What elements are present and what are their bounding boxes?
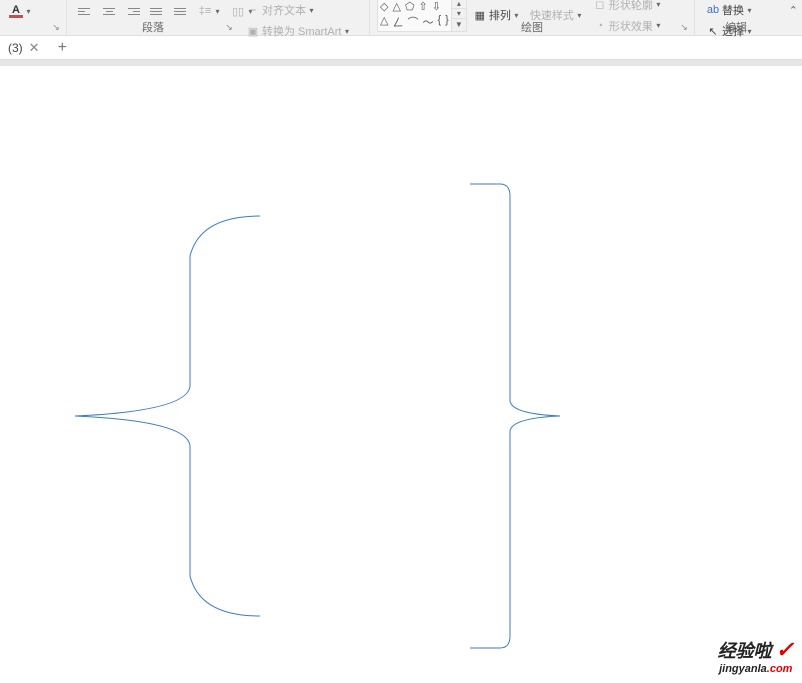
- editing-group-label: 编辑: [725, 19, 747, 35]
- drawing-group-label: 绘图: [521, 19, 543, 35]
- checkmark-icon: ✓: [776, 637, 794, 663]
- smartart-icon: ▣: [246, 24, 260, 38]
- right-brace-shape[interactable]: [440, 176, 580, 656]
- shape-effects-button[interactable]: ◔ 形状效果 ▾: [589, 16, 666, 36]
- shape-outline-icon: ◻: [593, 0, 607, 12]
- align-text-icon: ⎯: [246, 3, 260, 17]
- ribbon-group-drawing: ◇△⬠⇧⇩ △ㄥ⌒〜{} ▴ ▾ ▼ ▦ 排列 ▾ 快速样式 ▾: [372, 0, 692, 35]
- ribbon-collapse-icon[interactable]: ⌃: [789, 4, 798, 17]
- replace-icon: ab: [706, 3, 720, 17]
- dialog-launcher-icon[interactable]: ↘: [223, 21, 235, 33]
- slide-tabs-bar: (3) ✕ +: [0, 36, 802, 60]
- replace-label: 替换: [722, 2, 744, 18]
- chevron-down-icon: ▾: [214, 7, 221, 16]
- shape-outline-label: 形状轮廓: [609, 0, 653, 13]
- chevron-down-icon: ▾: [513, 11, 520, 20]
- slide-canvas[interactable]: [0, 66, 802, 683]
- group-divider: [369, 0, 370, 35]
- line-spacing-icon: ‡≡: [198, 4, 212, 18]
- line-spacing-button[interactable]: ‡≡ ▾: [194, 2, 225, 20]
- watermark-text: 经验啦: [718, 637, 772, 663]
- align-center-button[interactable]: [98, 2, 120, 20]
- chevron-down-icon: ▾: [746, 6, 753, 15]
- shapes-scroll-down[interactable]: ▾: [452, 9, 466, 19]
- ribbon-group-paragraph: ‡≡ ▾ ▯▯ ▾ 段落 ↘: [69, 0, 237, 35]
- group-divider: [66, 0, 67, 35]
- arrange-label: 排列: [489, 7, 511, 23]
- add-tab-button[interactable]: +: [54, 39, 71, 57]
- close-icon[interactable]: ✕: [27, 40, 42, 56]
- ribbon-group-font: A ▾ ↘: [0, 0, 64, 35]
- shape-outline-button[interactable]: ◻ 形状轮廓 ▾: [589, 0, 666, 15]
- align-text-button[interactable]: ⎯ 对齐文本 ▾: [242, 0, 362, 20]
- align-justify-button[interactable]: [146, 2, 168, 20]
- replace-button[interactable]: ab 替换 ▾: [702, 0, 770, 20]
- shapes-row-1: ◇△⬠⇧⇩: [380, 0, 449, 13]
- chevron-down-icon: ▾: [343, 27, 350, 36]
- align-text-label: 对齐文本: [262, 2, 306, 18]
- watermark-domain: jingyanla: [719, 663, 767, 675]
- watermark: 经验啦 ✓ jingyanla .com: [718, 637, 794, 675]
- convert-smartart-button[interactable]: ▣ 转换为 SmartArt ▾: [242, 21, 362, 41]
- align-left-icon: [78, 4, 92, 18]
- dialog-launcher-icon[interactable]: ↘: [50, 21, 62, 33]
- ribbon-toolbar: A ▾ ↘ ‡≡ ▾ ▯▯ ▾ 段落 ↘: [0, 0, 802, 36]
- font-color-button[interactable]: A ▾: [5, 2, 36, 20]
- arrange-icon: ▦: [473, 8, 487, 22]
- shape-effects-icon: ◔: [593, 19, 607, 33]
- chevron-down-icon: ▾: [655, 21, 662, 30]
- watermark-tld: .com: [767, 663, 793, 675]
- chevron-down-icon: ▾: [308, 6, 315, 15]
- arrange-button[interactable]: ▦ 排列 ▾: [469, 5, 524, 25]
- shapes-scroll-up[interactable]: ▴: [452, 0, 466, 9]
- chevron-down-icon: ▾: [655, 0, 662, 9]
- align-right-icon: [126, 4, 140, 18]
- chevron-down-icon: ▾: [25, 7, 32, 16]
- select-icon: ↖: [706, 24, 720, 38]
- shapes-row-2: △ㄥ⌒〜{}: [380, 14, 449, 30]
- paragraph-group-label: 段落: [142, 19, 164, 35]
- ribbon-group-editing: ab 替换 ▾ ↖ 选择 ▾ 编辑: [697, 0, 775, 35]
- align-center-icon: [102, 4, 116, 18]
- shapes-scroll: ▴ ▾ ▼: [452, 0, 467, 32]
- align-distribute-icon: [174, 4, 188, 18]
- chevron-down-icon: ▾: [576, 11, 583, 20]
- slide-tab[interactable]: (3) ✕: [4, 36, 46, 59]
- ribbon-group-text-options: ⎯ 对齐文本 ▾ ▣ 转换为 SmartArt ▾: [237, 0, 367, 35]
- chevron-down-icon: ▾: [746, 27, 753, 36]
- slide-tab-label: (3): [8, 41, 23, 55]
- shapes-more[interactable]: ▼: [452, 19, 466, 29]
- slide-workspace: 经验啦 ✓ jingyanla .com: [0, 60, 802, 683]
- group-divider: [694, 0, 695, 35]
- shape-effects-label: 形状效果: [609, 18, 653, 34]
- convert-smartart-label: 转换为 SmartArt: [262, 23, 341, 39]
- align-right-button[interactable]: [122, 2, 144, 20]
- align-distribute-button[interactable]: [170, 2, 192, 20]
- dialog-launcher-icon[interactable]: ↘: [678, 21, 690, 33]
- left-brace-shape[interactable]: [70, 206, 270, 626]
- font-color-icon: A: [9, 4, 23, 18]
- shapes-gallery[interactable]: ◇△⬠⇧⇩ △ㄥ⌒〜{}: [377, 0, 452, 32]
- align-left-button[interactable]: [74, 2, 96, 20]
- align-justify-icon: [150, 4, 164, 18]
